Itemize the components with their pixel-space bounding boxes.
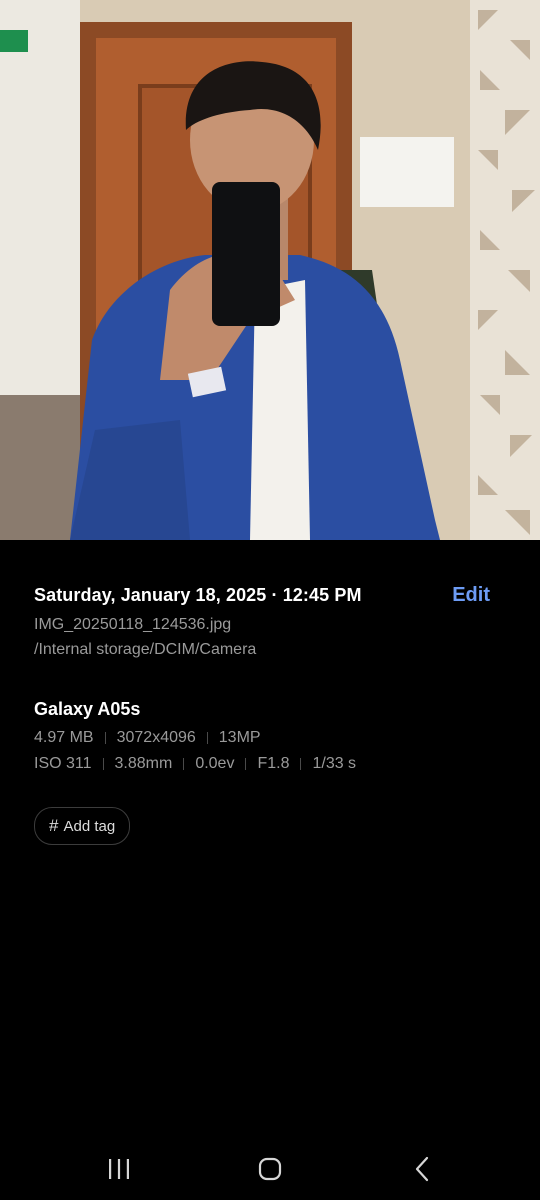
separator <box>300 758 302 770</box>
back-button[interactable] <box>407 1156 437 1182</box>
camera-device: Galaxy A05s <box>34 699 141 719</box>
hash-icon: # <box>49 816 59 835</box>
recents-icon <box>109 1159 129 1179</box>
exposure-value: 0.0ev <box>195 755 235 772</box>
shutter-speed: 1/33 s <box>312 755 357 772</box>
add-tag-button[interactable]: # Add tag <box>34 807 131 845</box>
megapixels: 13MP <box>218 729 261 746</box>
exposure-info-row: ISO 311 3.88mm 0.0ev F1.8 1/33 s <box>34 755 506 773</box>
separator <box>206 732 208 744</box>
separator <box>104 732 106 744</box>
file-path: /Internal storage/DCIM/Camera <box>34 641 257 658</box>
separator <box>102 758 104 770</box>
focal-length: 3.88mm <box>114 755 173 772</box>
aperture: F1.8 <box>257 755 290 772</box>
date-row: Saturday, January 18, 2025 · 12:45 PM Ed… <box>34 584 506 607</box>
photo-preview[interactable] <box>0 0 540 540</box>
file-name: IMG_20250118_124536.jpg <box>34 616 232 633</box>
file-info-row: 4.97 MB 3072x4096 13MP <box>34 729 506 747</box>
separator <box>245 758 247 770</box>
photo-datetime: Saturday, January 18, 2025 · 12:45 PM <box>34 585 362 605</box>
system-navigation-bar <box>0 1136 540 1200</box>
home-button[interactable] <box>255 1156 285 1182</box>
separator <box>183 758 185 770</box>
photo-details-panel: Saturday, January 18, 2025 · 12:45 PM Ed… <box>34 584 506 845</box>
back-icon <box>415 1156 429 1182</box>
photo-illustration <box>0 0 540 540</box>
file-size: 4.97 MB <box>34 729 94 746</box>
add-tag-label: Add tag <box>63 817 116 835</box>
recents-button[interactable] <box>104 1156 134 1182</box>
home-icon <box>258 1157 282 1181</box>
iso-value: ISO 311 <box>34 755 92 772</box>
edit-details-button[interactable]: Edit <box>452 584 490 607</box>
resolution: 3072x4096 <box>116 729 196 746</box>
